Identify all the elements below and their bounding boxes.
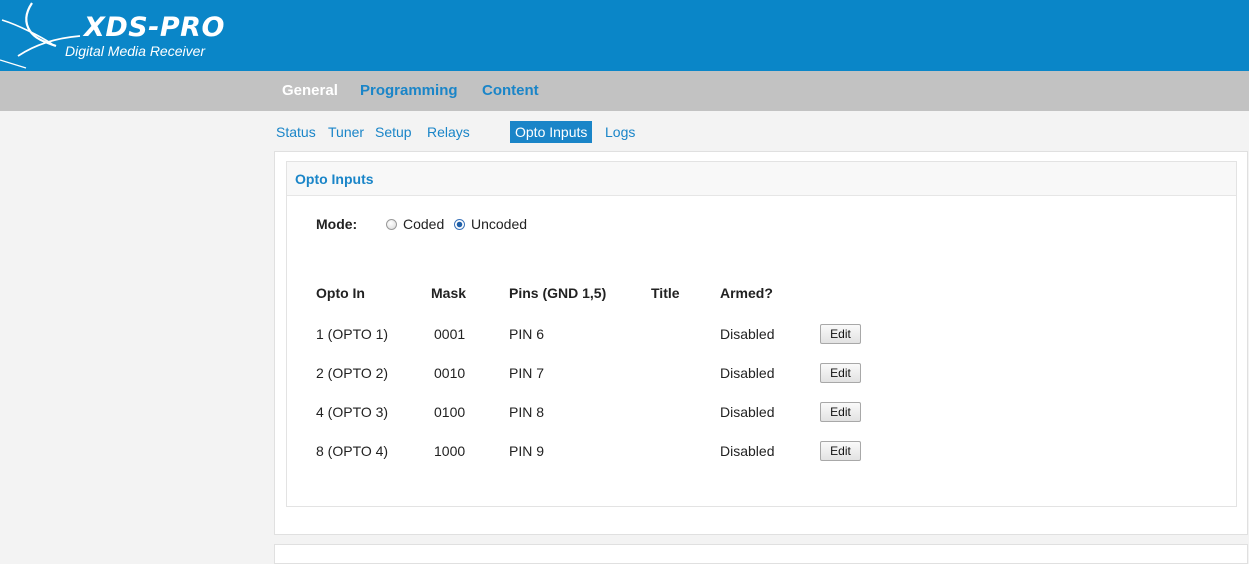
- app-header: XDS-PRO Digital Media Receiver: [0, 0, 1249, 71]
- opto-inputs-panel: Opto Inputs Mode: Coded Uncoded Opto In …: [286, 161, 1237, 507]
- table-cell-opto-in: 1 (OPTO 1): [316, 326, 389, 342]
- table-cell-pins: PIN 9: [509, 443, 545, 459]
- mode-coded-radio[interactable]: [386, 219, 397, 230]
- table-cell-mask: 1000: [434, 443, 466, 459]
- table-cell-armed: Disabled: [720, 404, 775, 420]
- logo-subtitle: Digital Media Receiver: [65, 43, 206, 59]
- tab-setup[interactable]: Setup: [370, 121, 417, 143]
- main-nav-content[interactable]: Content: [482, 82, 539, 100]
- table-cell-mask: 0001: [434, 326, 466, 342]
- logo: XDS-PRO Digital Media Receiver: [0, 0, 260, 71]
- edit-button[interactable]: Edit: [820, 441, 861, 461]
- table-cell-armed: Disabled: [720, 443, 775, 459]
- column-header-pins: Pins (GND 1,5): [509, 285, 607, 301]
- table-cell-armed: Disabled: [720, 365, 775, 381]
- column-header-title: Title: [651, 285, 680, 301]
- tab-status[interactable]: Status: [271, 121, 321, 143]
- panel-header: Opto Inputs: [287, 162, 1236, 196]
- table-cell-opto-in: 4 (OPTO 3): [316, 404, 389, 420]
- mode-uncoded-label[interactable]: Uncoded: [471, 216, 527, 232]
- main-nav-general[interactable]: General: [282, 82, 338, 100]
- main-nav-programming[interactable]: Programming: [360, 82, 458, 100]
- next-panel: [274, 544, 1248, 564]
- table-cell-mask: 0010: [434, 365, 466, 381]
- tab-logs[interactable]: Logs: [600, 121, 640, 143]
- column-header-armed: Armed?: [720, 285, 773, 301]
- table-cell-opto-in: 2 (OPTO 2): [316, 365, 389, 381]
- logo-title: XDS-PRO: [84, 12, 225, 43]
- table-cell-armed: Disabled: [720, 326, 775, 342]
- edit-button[interactable]: Edit: [820, 402, 861, 422]
- edit-button[interactable]: Edit: [820, 363, 861, 383]
- mode-label: Mode:: [316, 216, 358, 232]
- table-cell-pins: PIN 7: [509, 365, 545, 381]
- panel-title: Opto Inputs: [295, 171, 374, 187]
- xds-logo-swoosh-icon: [0, 2, 81, 69]
- table-cell-pins: PIN 6: [509, 326, 545, 342]
- content-panel: Opto Inputs Mode: Coded Uncoded Opto In …: [274, 151, 1248, 535]
- tab-opto-inputs[interactable]: Opto Inputs: [510, 121, 593, 143]
- table-cell-pins: PIN 8: [509, 404, 545, 420]
- mode-uncoded-radio[interactable]: [454, 219, 465, 230]
- table-cell-mask: 0100: [434, 404, 466, 420]
- tab-tuner[interactable]: Tuner: [323, 121, 369, 143]
- table-cell-opto-in: 8 (OPTO 4): [316, 443, 389, 459]
- column-header-opto-in: Opto In: [316, 285, 365, 301]
- main-nav: General Programming Content: [0, 71, 1249, 111]
- edit-button[interactable]: Edit: [820, 324, 861, 344]
- column-header-mask: Mask: [431, 285, 467, 301]
- tab-relays[interactable]: Relays: [422, 121, 475, 143]
- mode-coded-label[interactable]: Coded: [403, 216, 444, 232]
